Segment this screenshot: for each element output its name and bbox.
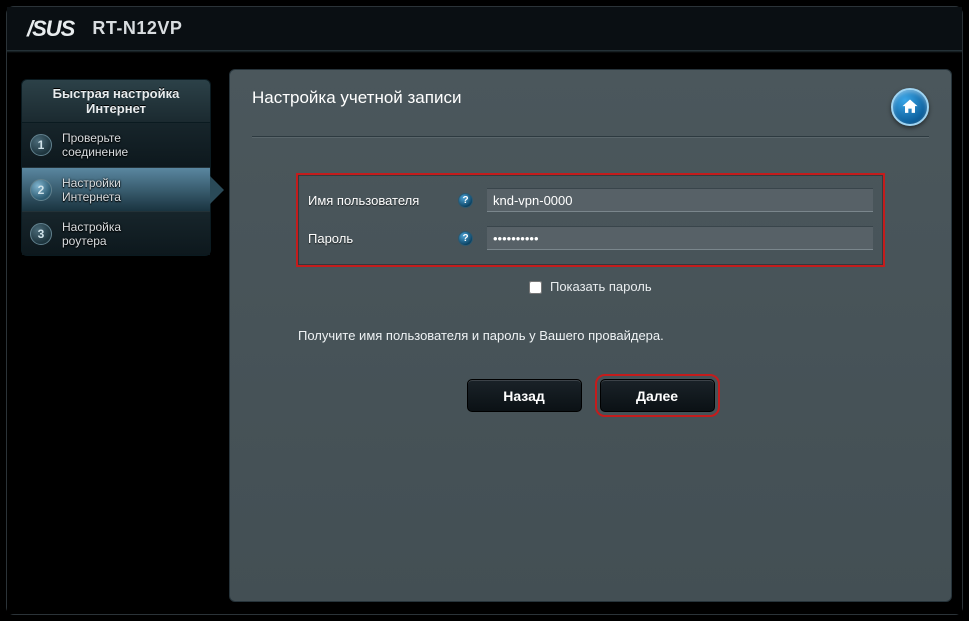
main-title-row: Настройка учетной записи xyxy=(252,88,929,126)
password-label: Пароль xyxy=(308,231,458,246)
back-button[interactable]: Назад xyxy=(467,379,582,412)
step-router-setup[interactable]: 3 Настройка роутера xyxy=(22,211,210,255)
help-icon[interactable]: ? xyxy=(458,231,473,246)
show-password-label: Показать пароль xyxy=(550,279,652,294)
password-input[interactable] xyxy=(487,226,873,250)
step-label-line2: Интернета xyxy=(62,190,121,204)
main-panel: Настройка учетной записи Имя пользовател… xyxy=(229,69,952,602)
next-button[interactable]: Далее xyxy=(600,379,715,412)
home-button[interactable] xyxy=(891,88,929,126)
step-label-line2: соединение xyxy=(62,145,128,159)
step-number-badge: 2 xyxy=(30,179,52,201)
credentials-highlight-box: Имя пользователя ? Пароль ? xyxy=(296,173,885,267)
sidebar-title-line2: Интернет xyxy=(86,101,146,116)
step-label: Проверьте соединение xyxy=(62,131,128,159)
username-row: Имя пользователя ? xyxy=(308,183,873,217)
step-label-line1: Проверьте xyxy=(62,131,121,145)
step-label-line2: роутера xyxy=(62,234,107,248)
password-input-wrap xyxy=(487,226,873,250)
step-label-line1: Настройки xyxy=(62,176,121,190)
sidebar-title-line1: Быстрая настройка xyxy=(53,86,180,101)
sidebar: Быстрая настройка Интернет 1 Проверьте с… xyxy=(21,79,211,256)
home-icon xyxy=(900,97,920,117)
username-label: Имя пользователя xyxy=(308,193,458,208)
body-area: Быстрая настройка Интернет 1 Проверьте с… xyxy=(7,55,962,614)
app-frame: /SUS RT-N12VP Быстрая настройка Интернет… xyxy=(6,6,963,615)
sidebar-title: Быстрая настройка Интернет xyxy=(21,79,211,123)
password-row: Пароль ? xyxy=(308,221,873,255)
step-number-badge: 1 xyxy=(30,134,52,156)
sidebar-steps: 1 Проверьте соединение 2 Настройки Интер… xyxy=(21,123,211,256)
provider-hint: Получите имя пользователя и пароль у Ваш… xyxy=(298,328,885,343)
brand-logo: /SUS xyxy=(27,16,74,42)
step-check-connection[interactable]: 1 Проверьте соединение xyxy=(22,123,210,167)
username-input[interactable] xyxy=(487,188,873,212)
show-password-checkbox[interactable] xyxy=(529,281,542,294)
step-label-line1: Настройка xyxy=(62,220,121,234)
show-password-label-wrap[interactable]: Показать пароль xyxy=(529,279,651,294)
step-number-badge: 3 xyxy=(30,223,52,245)
header-bar: /SUS RT-N12VP xyxy=(7,7,962,51)
page-title: Настройка учетной записи xyxy=(252,88,461,108)
show-password-row: Показать пароль xyxy=(296,279,885,294)
form-zone: Имя пользователя ? Пароль ? xyxy=(296,173,885,412)
step-label: Настройка роутера xyxy=(62,220,121,248)
button-row: Назад Далее xyxy=(296,379,885,412)
model-name: RT-N12VP xyxy=(92,18,182,39)
help-icon[interactable]: ? xyxy=(458,193,473,208)
step-internet-settings[interactable]: 2 Настройки Интернета xyxy=(22,167,210,211)
divider xyxy=(252,136,929,137)
step-label: Настройки Интернета xyxy=(62,176,121,204)
username-input-wrap xyxy=(487,188,873,212)
